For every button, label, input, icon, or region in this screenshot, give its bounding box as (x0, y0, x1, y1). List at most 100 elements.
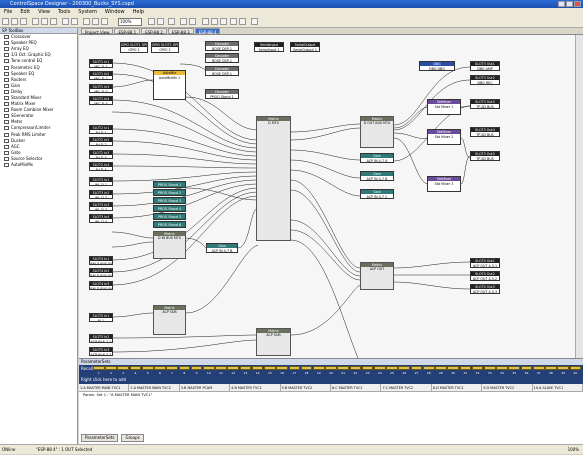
preset-button[interactable] (545, 366, 557, 370)
input-slot-block[interactable]: SLOT3 In3 WL-D-3 (89, 202, 113, 211)
input-slot-block[interactable]: SLOT1 In3 MIC-D-3 (89, 84, 113, 93)
preset-button[interactable] (557, 366, 569, 370)
parameter-set-column-header[interactable]: 8.D MASTER TVC1 (432, 384, 483, 391)
input-slot-block[interactable]: SLOT3 In2 WL-D-2 (89, 190, 113, 199)
preset-button[interactable] (93, 366, 105, 370)
serial-input-block[interactable]: SerialInput SerialInput 1 (254, 42, 284, 52)
input-slot-block[interactable]: SLOT4 In1 RM-D BUS IN (89, 256, 113, 265)
decoder-block[interactable]: Decoder BOSE DSP-1 (205, 66, 239, 76)
gpio-block[interactable]: GPIO SLOT1 GPI2 GPIO 2 (151, 42, 179, 53)
parameter-set-column-header[interactable]: 9.D MASTER TVC2 (482, 384, 533, 391)
add-hint[interactable]: Right click here to add (81, 377, 126, 382)
preset-button[interactable] (410, 366, 423, 370)
preset-button[interactable] (361, 366, 374, 370)
preset-button[interactable] (374, 366, 386, 370)
preset-button[interactable] (337, 366, 349, 370)
parameter-set-column-header[interactable]: 1.A MASTER MAIN TVC1 (79, 384, 130, 391)
parameter-set-column-header[interactable]: 6.C MASTER TVC1 (331, 384, 382, 391)
standard-mixer-block[interactable]: StdMixer Std Mixer 3 (427, 176, 461, 192)
preset-button[interactable] (349, 366, 362, 370)
preset-button[interactable] (117, 366, 130, 370)
parameter-set-column-header[interactable]: 2.A MASTER MAIN TVC2 (129, 384, 180, 391)
preset-button[interactable] (264, 366, 276, 370)
gpio-block[interactable]: GPIO SLOT1 GPI1 GPIO 1 (120, 42, 148, 53)
output-matrix-block[interactable]: Matrix D OUT BUS MTX (360, 116, 394, 148)
gain-block[interactable]: Gain ACP IN 4-7 A (360, 153, 394, 163)
prog-stand-block[interactable]: PROG Stand 2 (153, 189, 186, 196)
prog-stand-block[interactable]: PROG Stand 5 (153, 213, 186, 220)
preset-button[interactable] (178, 366, 191, 370)
preset-button[interactable] (386, 366, 398, 370)
preset-button[interactable] (288, 366, 301, 370)
output-slot-block[interactable]: SLOT3 Out4 TP-SD BUS (470, 127, 500, 137)
output-slot-block[interactable]: SLOT3 Out5 TP-SD BUS (470, 151, 500, 161)
output-slot-block[interactable]: SLOT4 Out1 ACP OUT 4-5-1 (470, 258, 500, 268)
acp-output-matrix-block[interactable]: Matrix ACP OUT (360, 262, 394, 290)
preset-button[interactable] (154, 366, 166, 370)
output-slot-block[interactable]: SLOT3 Out2 DBG REC (470, 75, 500, 85)
preset-button[interactable] (227, 366, 240, 370)
recall-label[interactable]: Recall (81, 366, 93, 371)
preset-button[interactable] (105, 366, 117, 370)
parameter-set-column-header[interactable]: 4.B MASTER TVC1 (230, 384, 281, 391)
bus-matrix-block[interactable]: Matrix D IN BUS MTX (153, 231, 186, 259)
input-slot-block[interactable]: SLOT2 In2 AV-D-2 (89, 137, 113, 146)
input-slot-block[interactable]: SLOT4 In2 RM-D BUS IN (89, 268, 113, 277)
preset-button[interactable] (398, 366, 411, 370)
preset-button[interactable] (508, 366, 521, 370)
preset-button[interactable] (569, 366, 582, 370)
preset-button[interactable] (496, 366, 508, 370)
acp-input-matrix-block[interactable]: Matrix ACP SUB (256, 328, 291, 356)
preset-button[interactable] (520, 366, 533, 370)
output-slot-block[interactable]: SLOT4 Out3 ACP OUT 4-5-3 (470, 284, 500, 294)
preset-button[interactable] (459, 366, 472, 370)
tab-parameter-sets[interactable]: ParameterSets (81, 434, 119, 442)
parameter-set-column-header[interactable]: 5.B MASTER TVC2 (281, 384, 332, 391)
automix-block[interactable]: AutoMix AutoMixMx 1 (153, 70, 186, 100)
preset-button[interactable] (239, 366, 252, 370)
preset-button[interactable] (215, 366, 227, 370)
decoder-block[interactable]: Decoder PROG Stand 1 (205, 89, 239, 99)
input-slot-block[interactable]: SLOT2 In1 AV-D-1 (89, 125, 113, 134)
input-slot-block[interactable]: SLOT3 In4 WL-D-4 (89, 214, 113, 223)
preset-button[interactable] (141, 366, 154, 370)
preset-button[interactable] (532, 366, 545, 370)
preset-button[interactable] (484, 366, 496, 370)
preset-button[interactable] (435, 366, 447, 370)
decoder-block[interactable]: Decoder BOSE DSP-1 (205, 53, 239, 63)
matrix-mixer-block[interactable]: Matrix D MTX (256, 116, 291, 241)
prog-stand-block[interactable]: PROG Stand 1 (153, 181, 186, 188)
preset-button[interactable] (190, 366, 203, 370)
preset-button[interactable] (447, 366, 459, 370)
prog-stand-block[interactable]: PROG Stand 4 (153, 205, 186, 212)
input-slot-block[interactable]: SLOT3 In1 WL-D-1 (89, 177, 113, 186)
parameter-set-row[interactable]: Param. Set 1 : "A MASTER MAIN TVC1" (79, 392, 583, 399)
gain-block[interactable]: Gain ACP IN 4-7 B (206, 243, 238, 253)
preset-button[interactable] (312, 366, 325, 370)
input-slot-block[interactable]: SLOT1 In4 MIC-D-4 (89, 96, 113, 105)
preset-button[interactable] (251, 366, 264, 370)
preset-button[interactable] (300, 366, 313, 370)
tab-groups[interactable]: Groups (121, 434, 144, 442)
preset-button[interactable] (166, 366, 178, 370)
parameter-set-column-header[interactable]: 10.A SLAVE TVC1 (533, 384, 583, 391)
parameter-set-column-header[interactable]: 7.C MASTER TVC2 (381, 384, 432, 391)
standard-mixer-block[interactable]: StdMixer Std Mixer 1 (427, 99, 461, 115)
parameter-set-column-header[interactable]: 3.B MASTER PCAM (180, 384, 231, 391)
input-slot-block[interactable]: SLOT1 In2 MIC-D-2 (89, 71, 113, 80)
output-slot-block[interactable]: SLOT4 Out2 ACP OUT 4-5-2 (470, 271, 500, 281)
input-slot-block[interactable]: SLOT1 In1 MIC-D-1 (89, 59, 113, 68)
preset-button[interactable] (471, 366, 484, 370)
output-slot-block[interactable]: SLOT3 Out3 TP-SD BUS (470, 99, 500, 109)
preset-button[interactable] (129, 366, 142, 370)
input-slot-block[interactable]: SLOT4 In3 RM-D BUS IN (89, 281, 113, 290)
input-slot-block[interactable]: SLOT5 In2 ACP IN 6-7-1 (89, 334, 113, 343)
acp-sub-block[interactable]: Matrix ACP SUB (153, 305, 186, 335)
gain-block[interactable]: Gain ACP IN 4-7 C (360, 189, 394, 199)
input-slot-block[interactable]: SLOT2 In3 AV-D-3 (89, 150, 113, 159)
preset-button[interactable] (276, 366, 288, 370)
standard-mixer-block[interactable]: StdMixer Std Mixer 2 (427, 129, 461, 145)
decoder-block[interactable]: Decoder BOSE DSP-1 (205, 41, 239, 51)
preset-button[interactable] (422, 366, 435, 370)
serial-output-block[interactable]: SerialOutput SerialOutput 1 (290, 42, 320, 52)
